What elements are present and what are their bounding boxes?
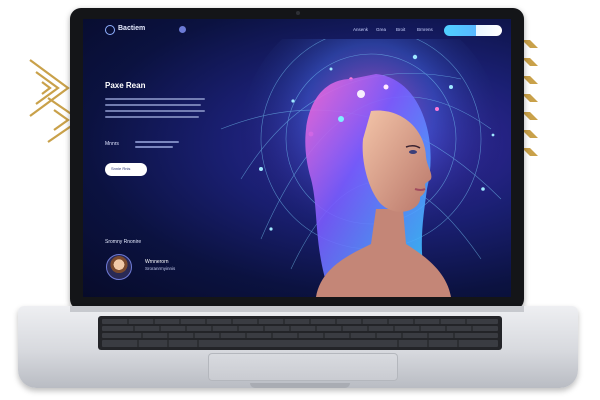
laptop-base-notch <box>250 383 350 388</box>
hero-text-line <box>105 110 205 112</box>
author-subtitle: Sroranrmyinnis <box>145 266 176 271</box>
avatar[interactable] <box>106 254 132 280</box>
author-name: Wrnnerorn <box>145 259 169 265</box>
trackpad <box>208 353 398 381</box>
nav-link-4[interactable]: Broit <box>396 27 405 32</box>
section-label: Mnnrs <box>105 141 119 147</box>
laptop-screen: Bactiem Ansenk Grea Broit Brnrens Paxe R… <box>83 19 511 297</box>
author-heading: Sromny Rnonire <box>105 239 142 245</box>
logo-text[interactable]: Bactiem <box>118 25 145 32</box>
laptop-hinge <box>70 306 524 312</box>
nav-link-5[interactable]: Brnrens <box>417 27 433 32</box>
nav-link-2[interactable]: Ansenk <box>353 27 368 32</box>
brand-icon <box>179 26 186 33</box>
hero-text-line <box>105 104 201 106</box>
hero-text-line <box>105 116 199 118</box>
hero-illustration <box>220 39 502 297</box>
nav-cta-button[interactable] <box>444 25 502 36</box>
logo-icon <box>105 25 115 35</box>
hero-cta-label: Snnie Rnis <box>111 166 131 171</box>
section-text-line <box>135 146 173 148</box>
nav-link-3[interactable]: Grea <box>376 27 386 32</box>
hero-text-line <box>105 98 205 100</box>
keyboard <box>98 316 502 350</box>
section-text-line <box>135 141 179 143</box>
webcam <box>296 11 300 15</box>
hero-title: Paxe Rean <box>105 81 146 90</box>
